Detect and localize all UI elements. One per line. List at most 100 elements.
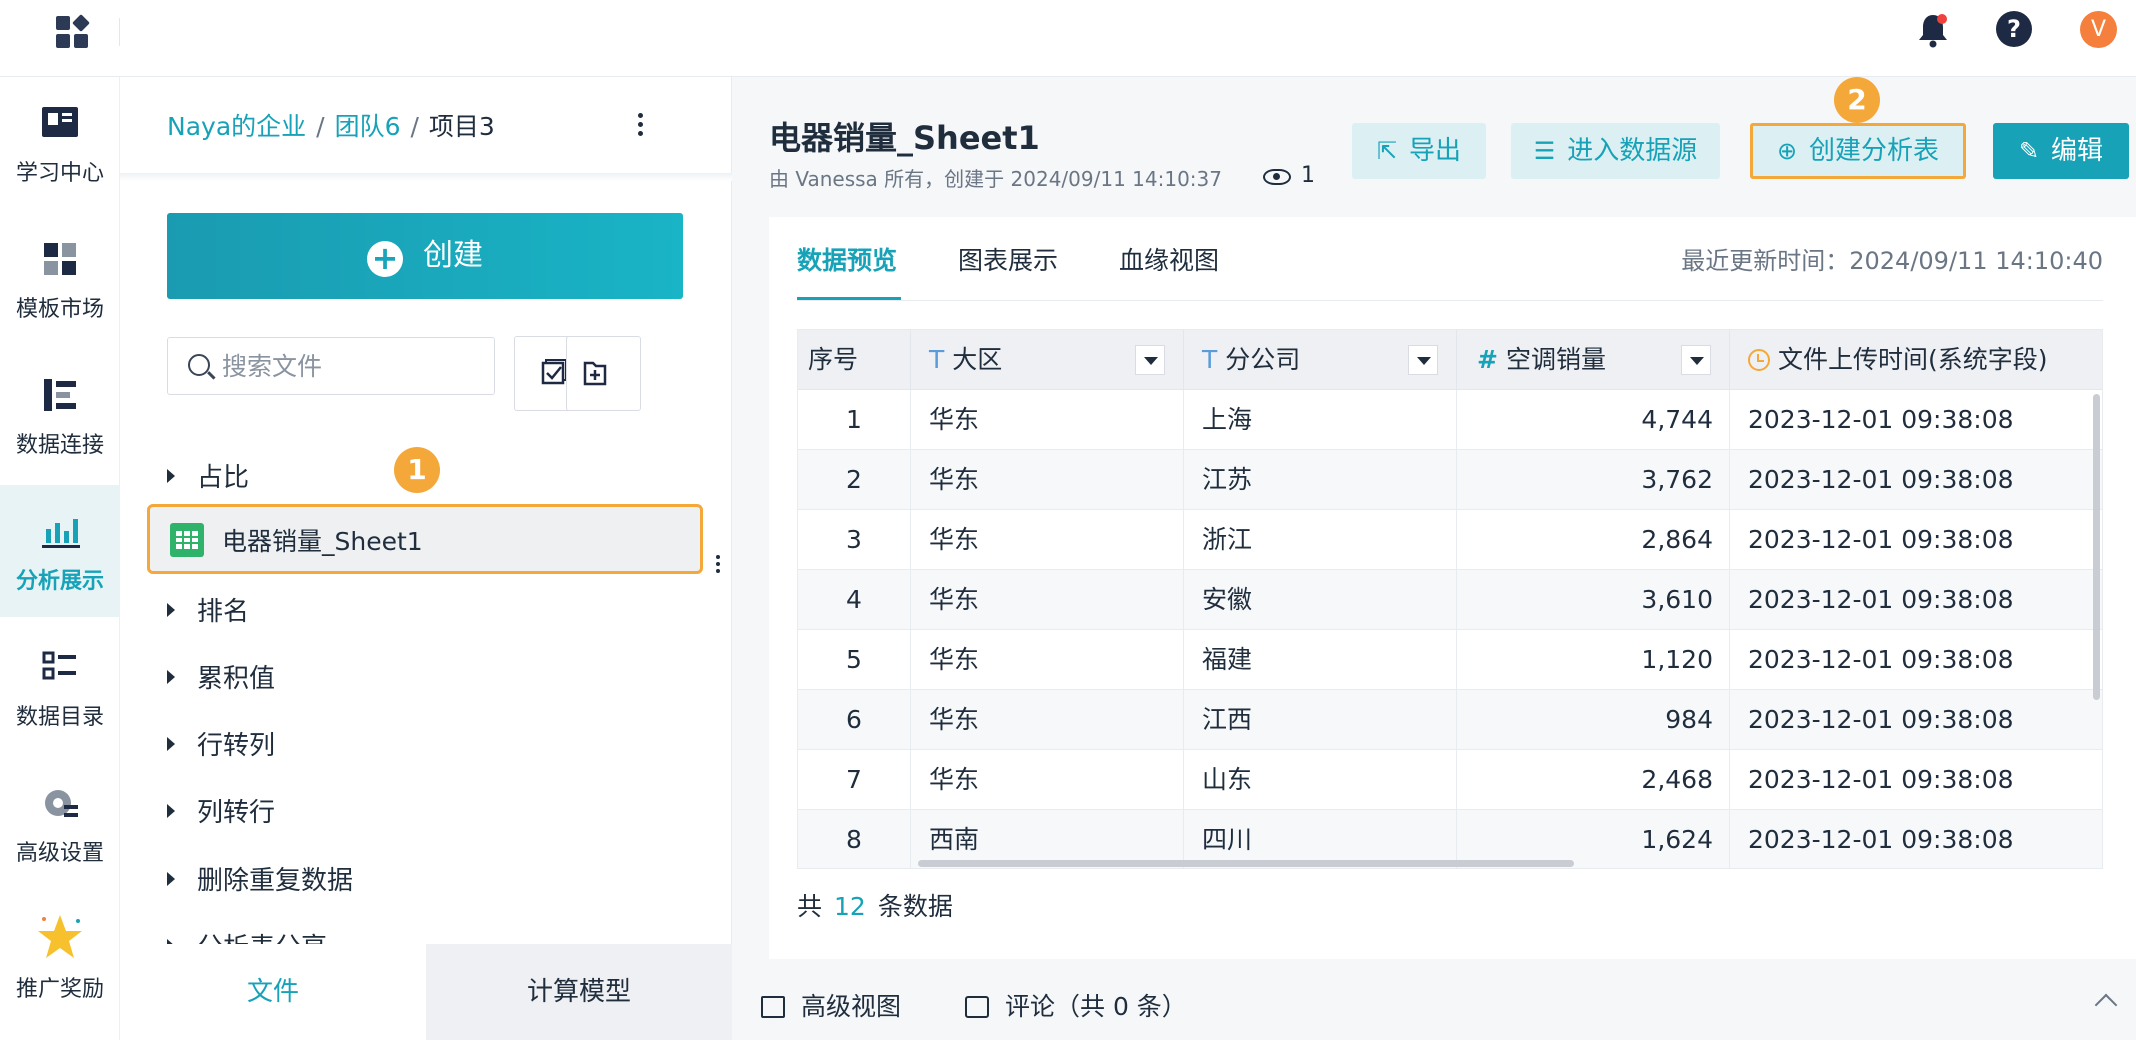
- breadcrumb-team[interactable]: 团队6: [335, 112, 401, 141]
- table-cell-sales: 2,468: [1457, 750, 1730, 810]
- main-content: 电器销量_Sheet1 由 Vanessa 所有，创建于 2024/09/11 …: [733, 77, 2136, 1040]
- export-button[interactable]: ⇱ 导出: [1352, 123, 1486, 179]
- more-options-icon[interactable]: [638, 113, 646, 143]
- column-menu-dropdown[interactable]: [1408, 345, 1438, 375]
- nav-label: 数据目录: [15, 705, 104, 730]
- table-cell-company: 江苏: [1184, 450, 1457, 510]
- table-cell-sales: 984: [1457, 690, 1730, 750]
- table-cell-time: 2023-12-01 09:38:08: [1748, 825, 2014, 854]
- record-count: 共 12 条数据: [797, 892, 953, 921]
- advanced-view-button[interactable]: 高级视图: [761, 987, 901, 1023]
- tab-models[interactable]: 计算模型: [426, 944, 732, 1040]
- table-row[interactable]: 4 华东 安徽 3,610 2023-12-01 09:38:08: [798, 570, 2102, 630]
- folder-item[interactable]: 累积值: [167, 658, 275, 695]
- file-more-icon[interactable]: [716, 555, 722, 576]
- table-cell-time: 2023-12-01 09:38:08: [1748, 405, 2014, 434]
- caret-right-icon: [167, 603, 175, 617]
- table-row[interactable]: 1 华东 上海 4,744 2023-12-01 09:38:08: [798, 390, 2102, 450]
- folder-item[interactable]: 删除重复数据: [167, 860, 353, 897]
- book-icon: [38, 103, 82, 143]
- left-nav-rail: 学习中心 模板市场 数据连接 分析展示 数据目录 高级设置 推广奖励: [0, 77, 120, 1040]
- table-cell-time: 2023-12-01 09:38:08: [1748, 645, 2014, 674]
- vertical-scrollbar[interactable]: [2093, 394, 2100, 700]
- chart-icon: [38, 511, 82, 551]
- datasource-icon: ☰: [1533, 137, 1556, 165]
- help-icon[interactable]: ?: [1996, 11, 2032, 47]
- table-cell-idx: 1: [798, 390, 911, 450]
- table-cell-time: 2023-12-01 09:38:08: [1748, 465, 2014, 494]
- table-cell-sales: 4,744: [1457, 390, 1730, 450]
- horizontal-scrollbar[interactable]: [918, 860, 1574, 867]
- divider: [119, 18, 120, 46]
- tab-data-preview[interactable]: 数据预览: [797, 241, 897, 277]
- spreadsheet-icon: [170, 523, 204, 557]
- folder-item[interactable]: 排名: [167, 591, 249, 628]
- create-analysis-table-button[interactable]: ⊕ 创建分析表: [1750, 123, 1966, 179]
- tab-chart[interactable]: 图表展示: [958, 241, 1058, 277]
- text-type-icon: T: [1202, 345, 1218, 374]
- avatar[interactable]: V: [2080, 11, 2117, 48]
- table-cell-sales: 2,864: [1457, 510, 1730, 570]
- search-box: [167, 337, 495, 395]
- datasource-button[interactable]: ☰ 进入数据源: [1511, 123, 1720, 179]
- bell-icon[interactable]: [1916, 12, 1950, 48]
- new-folder-icon: [583, 361, 607, 386]
- table-cell-sales: 1,120: [1457, 630, 1730, 690]
- folder-item[interactable]: 占比: [167, 457, 249, 494]
- step-badge-2: 2: [1834, 77, 1880, 123]
- table-row[interactable]: 6 华东 江西 984 2023-12-01 09:38:08: [798, 690, 2102, 750]
- text-type-icon: T: [929, 345, 945, 374]
- nav-item-catalog[interactable]: 数据目录: [0, 621, 120, 753]
- table-cell-company: 福建: [1184, 630, 1457, 690]
- footer-bar: 高级视图 评论（共 0 条）: [733, 977, 2136, 1040]
- create-button[interactable]: + 创建: [167, 213, 683, 299]
- table-cell-idx: 5: [798, 630, 911, 690]
- data-table: 序号 T 大区 T 分公司 # 空调销量 文件上传时间(系统字段) 1 华东 上海 4,74…: [797, 329, 2103, 869]
- folder-item[interactable]: 行转列: [167, 725, 275, 762]
- step-badge-1: 1: [394, 447, 440, 493]
- nav-item-learning[interactable]: 学习中心: [0, 77, 120, 209]
- nav-item-rewards[interactable]: 推广奖励: [0, 893, 120, 1025]
- app-grid-icon[interactable]: [56, 14, 90, 50]
- nav-item-analysis[interactable]: 分析展示: [0, 485, 120, 617]
- edit-button[interactable]: ✎ 编辑: [1993, 123, 2129, 179]
- search-input[interactable]: [222, 348, 482, 384]
- table-cell-company: 浙江: [1184, 510, 1457, 570]
- nav-item-data-connect[interactable]: 数据连接: [0, 349, 120, 481]
- tab-lineage[interactable]: 血缘视图: [1119, 241, 1219, 277]
- col-index: 序号: [798, 330, 911, 390]
- selected-file-item[interactable]: 电器销量_Sheet1: [147, 504, 703, 574]
- top-bar: ? V: [0, 0, 2136, 77]
- table-cell-company: 江西: [1184, 690, 1457, 750]
- caret-right-icon: [167, 670, 175, 684]
- table-row[interactable]: 3 华东 浙江 2,864 2023-12-01 09:38:08: [798, 510, 2102, 570]
- file-panel: Naya的企业/团队6/项目3 +创建 占比 1 电器销量_Sheet1 排名 …: [120, 77, 732, 1040]
- table-cell-sales: 3,610: [1457, 570, 1730, 630]
- chevron-up-icon[interactable]: [2094, 993, 2118, 1017]
- table-row[interactable]: 2 华东 江苏 3,762 2023-12-01 09:38:08: [798, 450, 2102, 510]
- tab-files[interactable]: 文件: [120, 944, 426, 1040]
- column-menu-dropdown[interactable]: [1135, 345, 1165, 375]
- nav-label: 模板市场: [15, 297, 104, 322]
- comments-button[interactable]: 评论（共 0 条）: [965, 987, 1187, 1023]
- data-connect-icon: [38, 375, 82, 415]
- nav-label: 分析展示: [15, 569, 104, 594]
- table-cell-company: 上海: [1184, 390, 1457, 450]
- table-cell-idx: 2: [798, 450, 911, 510]
- table-cell-time: 2023-12-01 09:38:08: [1748, 585, 2014, 614]
- table-row[interactable]: 7 华东 山东 2,468 2023-12-01 09:38:08: [798, 750, 2102, 810]
- breadcrumb-org[interactable]: Naya的企业: [167, 112, 306, 141]
- gear-icon: [38, 783, 82, 823]
- nav-item-settings[interactable]: 高级设置: [0, 757, 120, 889]
- nav-item-templates[interactable]: 模板市场: [0, 213, 120, 345]
- folder-item[interactable]: 分析表分享: [167, 927, 327, 944]
- export-icon: ⇱: [1376, 137, 1398, 165]
- folder-item[interactable]: 列转行: [167, 792, 275, 829]
- eye-icon: [1263, 169, 1291, 185]
- table-row[interactable]: 5 华东 福建 1,120 2023-12-01 09:38:08: [798, 630, 2102, 690]
- catalog-icon: [38, 647, 82, 687]
- table-cell-time: 2023-12-01 09:38:08: [1748, 765, 2014, 794]
- new-folder-button[interactable]: [566, 336, 641, 411]
- column-menu-dropdown[interactable]: [1681, 345, 1711, 375]
- divider: [797, 300, 2103, 301]
